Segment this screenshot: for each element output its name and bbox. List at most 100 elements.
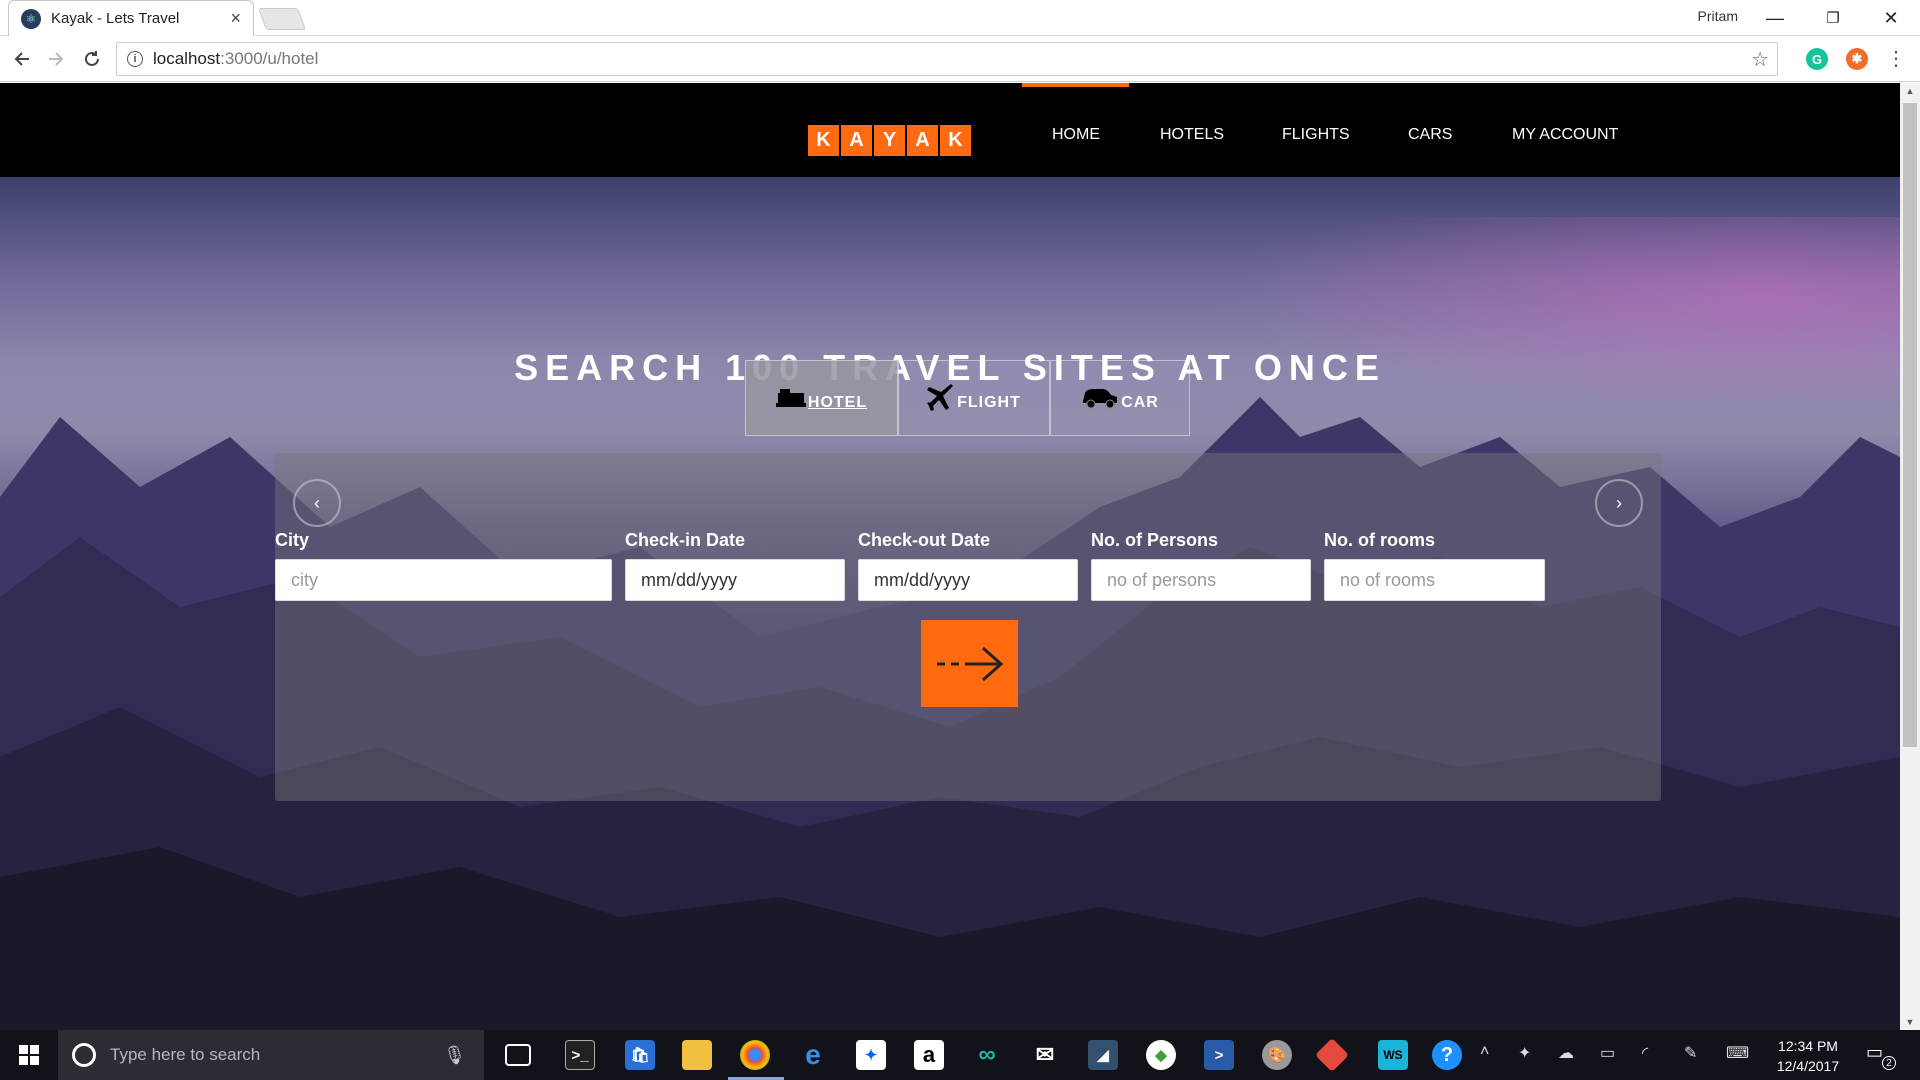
file-explorer-icon[interactable] (682, 1040, 712, 1070)
tab-car[interactable]: CAR (1050, 360, 1190, 436)
start-button[interactable] (0, 1030, 58, 1080)
logo-letter: Y (874, 125, 905, 156)
forward-button[interactable] (42, 45, 70, 73)
terminal-icon[interactable]: >_ (565, 1040, 595, 1070)
checkin-date-input[interactable] (625, 559, 845, 601)
new-tab-button[interactable] (257, 8, 307, 30)
browser-tab[interactable]: ⚛ Kayak - Lets Travel × (8, 0, 254, 36)
microphone-icon[interactable]: 🎙 (443, 1045, 466, 1066)
nav-flights[interactable]: FLIGHTS (1282, 126, 1350, 144)
task-view-icon[interactable] (505, 1044, 531, 1066)
mail-icon[interactable]: ✉ (1030, 1040, 1060, 1070)
battery-icon[interactable]: ▭ (1600, 1043, 1615, 1063)
help-icon[interactable]: ? (1432, 1040, 1462, 1070)
bed-icon (775, 389, 806, 407)
cortana-icon (72, 1043, 96, 1067)
mongodb-icon[interactable]: ◆ (1146, 1040, 1176, 1070)
react-favicon-icon: ⚛ (21, 8, 41, 29)
reload-button[interactable] (78, 45, 106, 73)
bookmark-star-icon[interactable]: ☆ (1751, 47, 1769, 72)
grammarly-extension-icon[interactable]: G (1806, 48, 1828, 70)
notification-center-icon[interactable]: ▭ 2 (1866, 1042, 1896, 1070)
active-nav-indicator (1022, 83, 1129, 87)
rooms-input[interactable] (1324, 559, 1545, 601)
nav-my-account[interactable]: MY ACCOUNT (1512, 126, 1618, 144)
minimize-button[interactable]: — (1746, 0, 1804, 36)
nav-hotels[interactable]: HOTELS (1160, 126, 1224, 144)
chrome-icon[interactable] (740, 1040, 770, 1070)
clock-date: 12/4/2017 (1776, 1058, 1840, 1074)
extension-icon[interactable]: ✱ (1846, 48, 1868, 70)
persons-input[interactable] (1091, 559, 1311, 601)
system-clock[interactable]: 12:34 PM 12/4/2017 (1768, 1036, 1848, 1076)
logo-letter: K (808, 125, 839, 156)
store-icon[interactable]: 🛍 (625, 1040, 655, 1070)
pen-icon[interactable]: ✎ (1684, 1043, 1697, 1063)
onedrive-icon[interactable]: ☁ (1558, 1043, 1574, 1063)
address-bar[interactable]: i localhost:3000/u/hotel ☆ (116, 42, 1778, 76)
persons-label: No. of Persons (1091, 530, 1219, 550)
tab-flight[interactable]: FLIGHT (898, 360, 1050, 436)
keyboard-icon[interactable]: ⌨ (1726, 1043, 1749, 1063)
back-button[interactable] (8, 45, 36, 73)
logo-letter: K (940, 125, 971, 156)
tab-title: Kayak - Lets Travel (51, 10, 180, 27)
restore-button[interactable]: ❐ (1804, 0, 1862, 36)
city-input[interactable] (275, 559, 612, 601)
tray-expand-icon[interactable]: ˄ (1480, 1043, 1489, 1061)
checkout-label: Check-out Date (858, 530, 991, 550)
infinity-icon[interactable]: ∞ (972, 1040, 1002, 1070)
info-icon[interactable]: i (127, 51, 143, 67)
search-mode-tabs: HOTEL FLIGHT CAR (745, 360, 1190, 436)
powershell-icon[interactable]: > (1204, 1040, 1234, 1070)
checkin-label: Check-in Date (625, 530, 746, 550)
car-icon (1083, 389, 1118, 409)
amazon-icon[interactable]: a (914, 1040, 944, 1070)
tab-car-label: CAR (1121, 394, 1159, 411)
clock-time: 12:34 PM (1778, 1038, 1838, 1054)
scroll-up-icon[interactable]: ▲ (1900, 83, 1920, 99)
close-window-button[interactable]: ✕ (1862, 0, 1920, 36)
webstorm-icon[interactable]: WS (1378, 1040, 1408, 1070)
carousel-prev-button[interactable]: ‹ (293, 479, 341, 527)
site-navbar: K A Y A K HOME HOTELS FLIGHTS CARS MY AC… (0, 83, 1900, 177)
notification-count: 2 (1882, 1056, 1896, 1070)
hotel-search-panel: ‹ › City Check-in Date Check-out Date No… (275, 453, 1661, 801)
web-page: K A Y A K HOME HOTELS FLIGHTS CARS MY AC… (0, 83, 1900, 1030)
wifi-icon[interactable]: ◜ (1642, 1043, 1648, 1063)
paint-icon[interactable]: 🎨 (1262, 1040, 1292, 1070)
browser-menu-icon[interactable]: ⋮ (1886, 46, 1906, 71)
logo-letter: A (841, 125, 872, 156)
mysql-workbench-icon[interactable]: ◢ (1088, 1040, 1118, 1070)
nav-cars[interactable]: CARS (1408, 126, 1452, 144)
profile-name[interactable]: Pritam (1698, 8, 1738, 24)
carousel-next-button[interactable]: › (1595, 479, 1643, 527)
url-host: localhost (153, 49, 221, 68)
scroll-thumb[interactable] (1903, 103, 1917, 747)
scroll-down-icon[interactable]: ▼ (1900, 1014, 1920, 1030)
taskbar-search[interactable]: Type here to search 🎙 (58, 1030, 484, 1080)
kayak-logo[interactable]: K A Y A K (808, 125, 971, 156)
browser-toolbar: i localhost:3000/u/hotel ☆ G ✱ ⋮ (0, 36, 1920, 82)
windows-taskbar: Type here to search 🎙 >_ 🛍 e ✦ a ∞ ✉ ◢ ◆… (0, 1030, 1920, 1080)
taskbar-search-placeholder: Type here to search (110, 1045, 261, 1064)
browser-titlebar: ⚛ Kayak - Lets Travel × Pritam — ❐ ✕ (0, 0, 1920, 36)
rooms-label: No. of rooms (1324, 530, 1435, 550)
tab-hotel-label: HOTEL (807, 394, 868, 411)
nav-home[interactable]: HOME (1052, 126, 1100, 144)
tab-close-icon[interactable]: × (230, 8, 241, 29)
checkout-date-input[interactable] (858, 559, 1078, 601)
logo-letter: A (907, 125, 938, 156)
city-label: City (275, 530, 310, 550)
tray-dropbox-icon[interactable]: ✦ (1518, 1043, 1531, 1063)
tab-hotel[interactable]: HOTEL (745, 360, 898, 436)
page-scrollbar[interactable]: ▲ ▼ (1900, 83, 1920, 1030)
url-path: :3000/u/hotel (220, 49, 319, 68)
search-submit-button[interactable] (921, 620, 1018, 707)
dropbox-icon[interactable]: ✦ (856, 1040, 886, 1070)
gitkraken-icon[interactable] (1315, 1038, 1349, 1072)
edge-icon[interactable]: e (798, 1039, 828, 1070)
arrow-right-icon (936, 646, 1003, 681)
airplane-icon (927, 384, 954, 411)
tab-flight-label: FLIGHT (957, 394, 1021, 411)
